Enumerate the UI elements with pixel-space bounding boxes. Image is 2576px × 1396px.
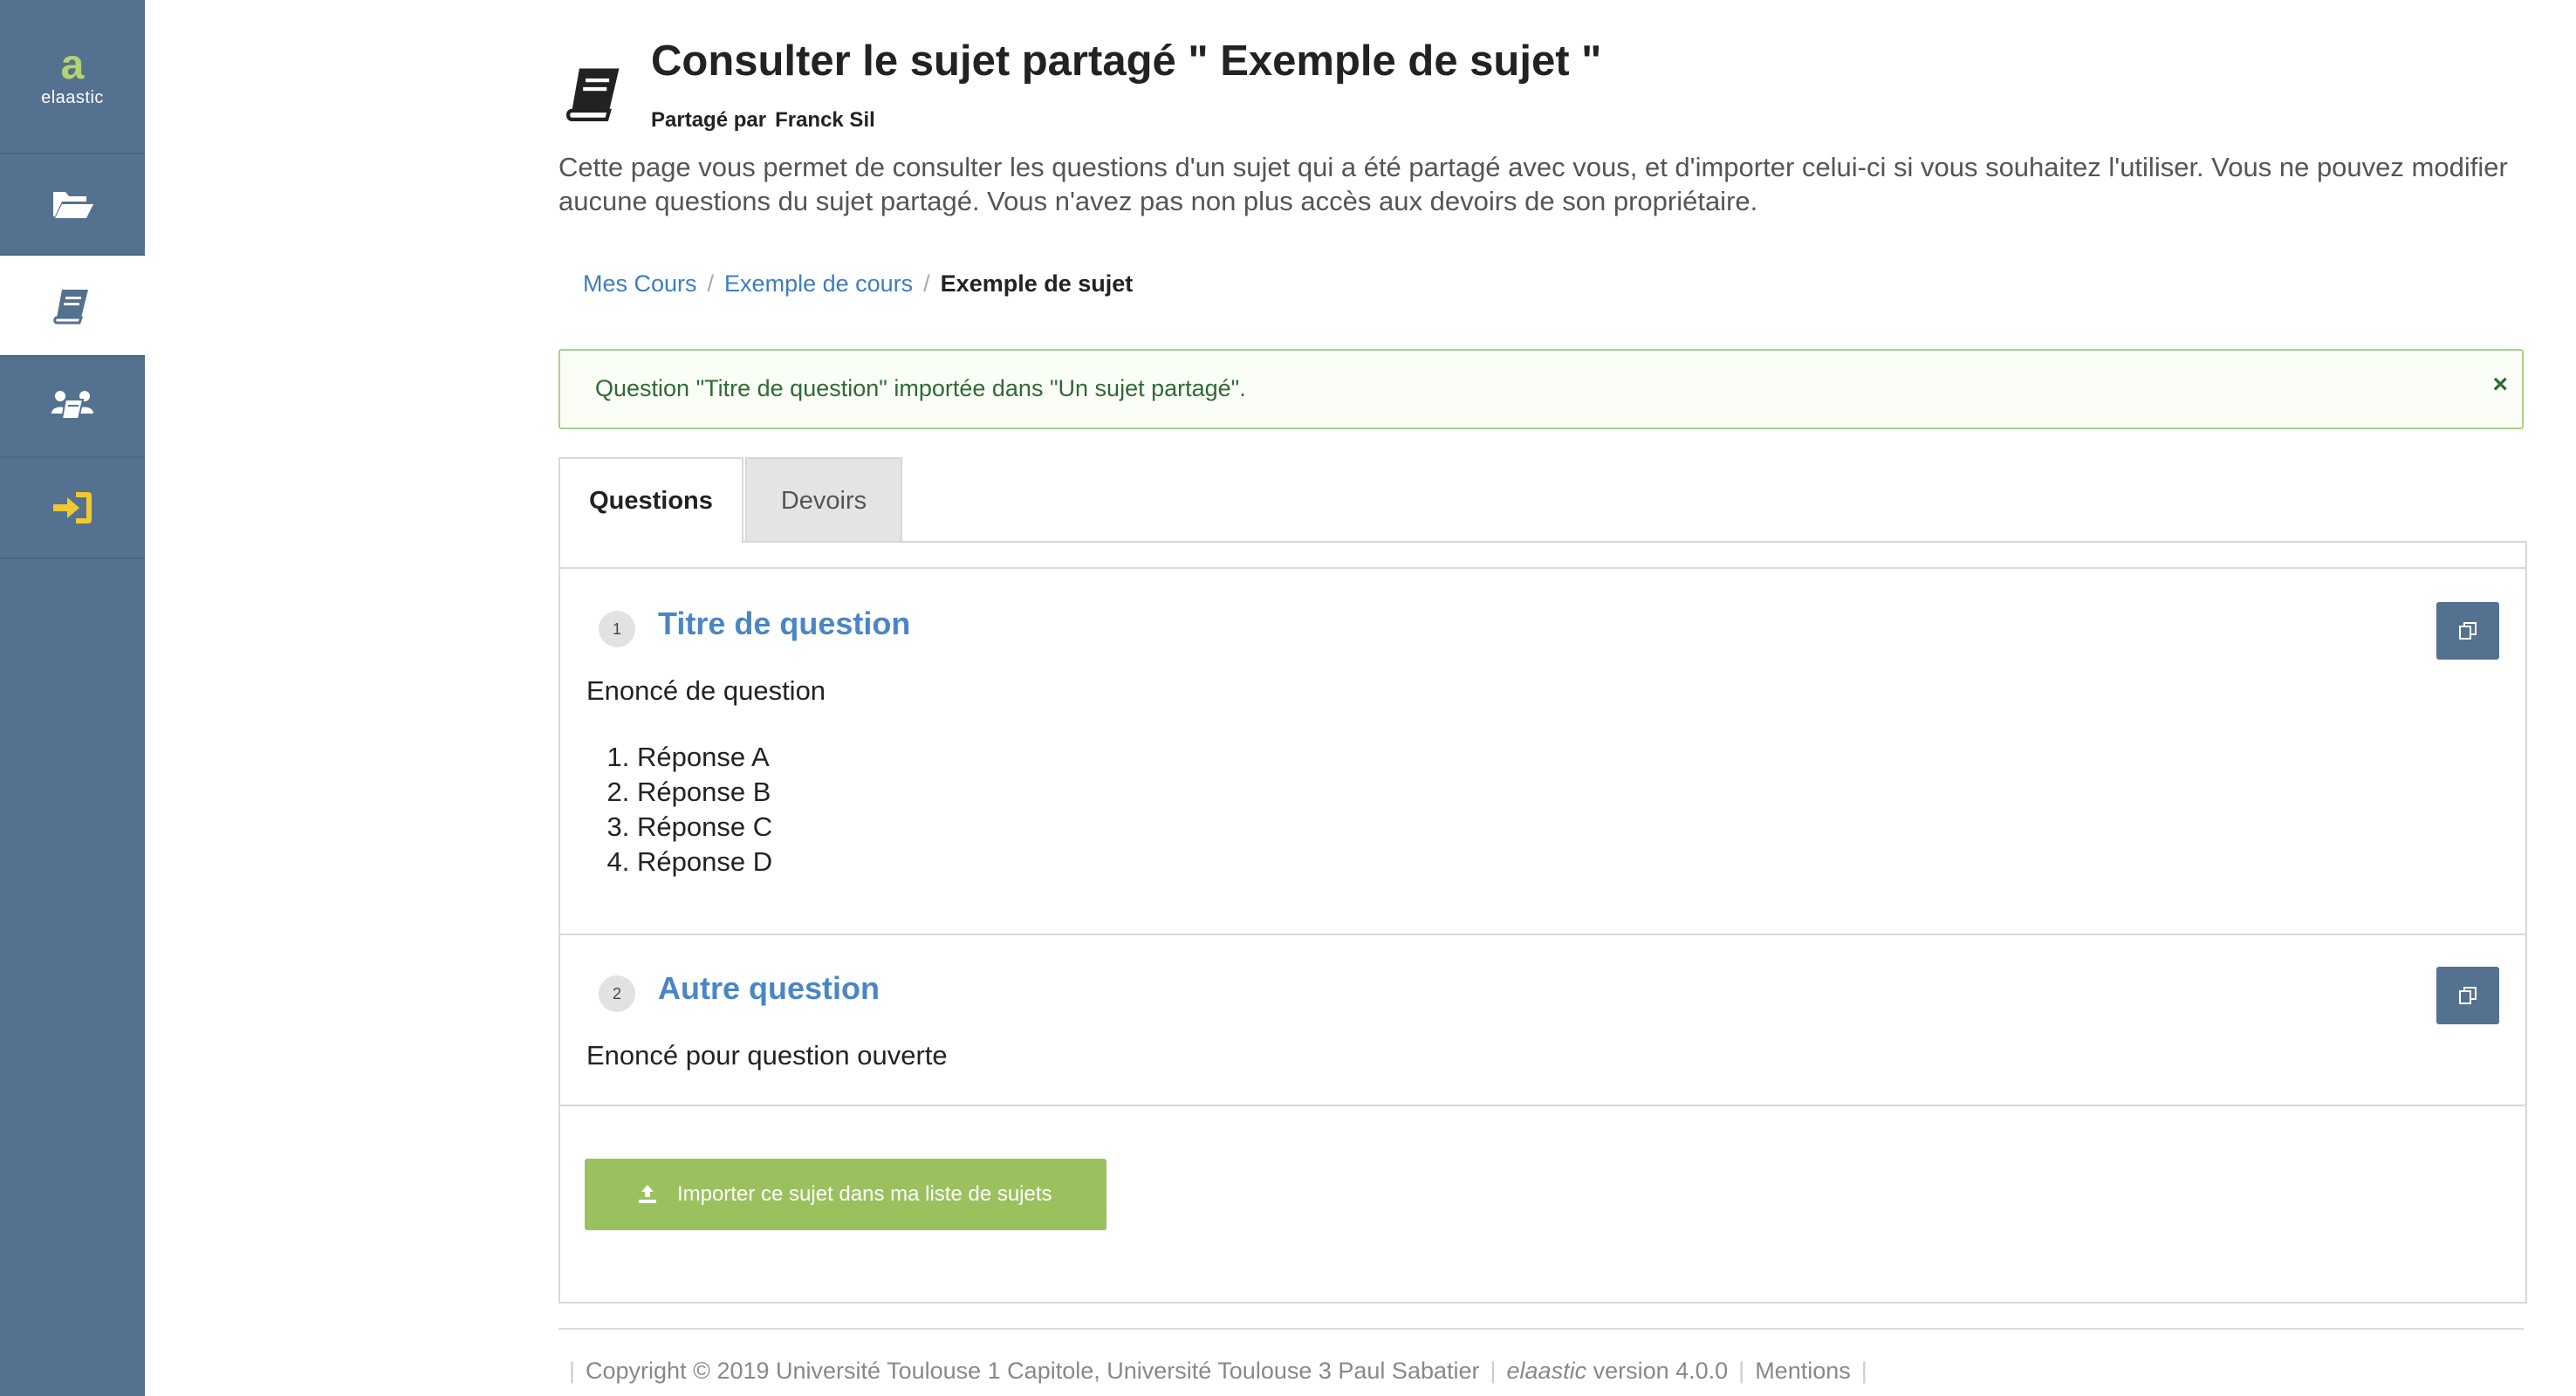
breadcrumb-link-course[interactable]: Exemple de cours xyxy=(724,270,913,297)
page-header: Consulter le sujet partagé " Exemple de … xyxy=(558,37,2527,141)
footer-app-name: elaastic xyxy=(1506,1358,1587,1384)
tabs: Questions Devoirs xyxy=(558,457,2527,543)
import-subject-button[interactable]: Importer ce sujet dans ma liste de sujet… xyxy=(585,1159,1106,1230)
shared-by: Partagé par Franck Sil xyxy=(651,108,875,133)
footer: | Copyright © 2019 Université Toulouse 1 … xyxy=(569,1358,1867,1384)
folder-open-icon xyxy=(53,192,93,218)
tab-assignments[interactable]: Devoirs xyxy=(745,457,902,543)
book-icon xyxy=(53,290,88,325)
question-title[interactable]: Autre question xyxy=(658,970,880,1007)
question-item: 2 Autre question Enoncé pour question ou… xyxy=(560,934,2525,1106)
questions-panel: 1 Titre de question Enoncé de question R… xyxy=(558,541,2527,1304)
app-logo[interactable]: a elaastic xyxy=(0,0,145,154)
sign-in-icon xyxy=(53,492,92,524)
close-icon[interactable]: × xyxy=(2492,370,2508,400)
sidebar-item-community[interactable] xyxy=(0,357,145,458)
users-book-icon xyxy=(51,391,93,420)
footer-version: version 4.0.0 xyxy=(1593,1358,1729,1384)
footer-mentions-link[interactable]: Mentions xyxy=(1755,1358,1851,1384)
breadcrumb: Mes Cours / Exemple de cours / Exemple de su… xyxy=(583,270,1133,298)
page-description: Cette page vous permet de consulter les … xyxy=(558,152,2508,216)
question-number: 1 xyxy=(599,611,635,647)
sidebar: a elaastic xyxy=(0,0,145,1396)
upload-icon xyxy=(639,1185,656,1203)
success-alert: Question "Titre de question" importée da… xyxy=(558,349,2524,429)
answer-item: Réponse D xyxy=(637,845,772,879)
footer-copyright: Copyright © 2019 Université Toulouse 1 C… xyxy=(586,1358,1480,1384)
book-icon xyxy=(566,68,620,122)
question-number: 2 xyxy=(599,975,635,1012)
question-statement: Enoncé pour question ouverte xyxy=(586,1040,948,1071)
question-title[interactable]: Titre de question xyxy=(658,606,910,642)
question-statement: Enoncé de question xyxy=(586,675,826,706)
answer-list: Réponse A Réponse B Réponse C Réponse D xyxy=(595,740,772,879)
shared-by-label: Partagé par xyxy=(651,108,767,132)
tab-questions[interactable]: Questions xyxy=(558,457,743,543)
footer-divider xyxy=(558,1328,2524,1330)
breadcrumb-current: Exemple de sujet xyxy=(940,270,1134,297)
shared-by-name: Franck Sil xyxy=(775,108,875,132)
copy-question-button[interactable] xyxy=(2436,602,2499,660)
logo-text: elaastic xyxy=(41,88,104,107)
breadcrumb-separator: / xyxy=(923,270,930,297)
sidebar-item-courses[interactable] xyxy=(0,154,145,256)
page-title: Consulter le sujet partagé " Exemple de … xyxy=(651,38,1602,85)
breadcrumb-separator: / xyxy=(707,270,715,297)
answer-item: Réponse C xyxy=(637,810,772,845)
alert-message: Question "Titre de question" importée da… xyxy=(595,375,1246,401)
sidebar-item-subjects[interactable] xyxy=(0,256,145,357)
question-item: 1 Titre de question Enoncé de question R… xyxy=(560,567,2525,935)
copy-question-button[interactable] xyxy=(2436,967,2499,1024)
logo-mark: a xyxy=(60,42,85,88)
copy-icon xyxy=(2459,987,2477,1004)
breadcrumb-link-courses[interactable]: Mes Cours xyxy=(583,270,697,297)
answer-item: Réponse B xyxy=(637,775,772,810)
answer-item: Réponse A xyxy=(637,740,772,775)
import-button-label: Importer ce sujet dans ma liste de sujet… xyxy=(677,1182,1052,1206)
sidebar-item-login[interactable] xyxy=(0,458,145,559)
copy-icon xyxy=(2459,622,2477,640)
